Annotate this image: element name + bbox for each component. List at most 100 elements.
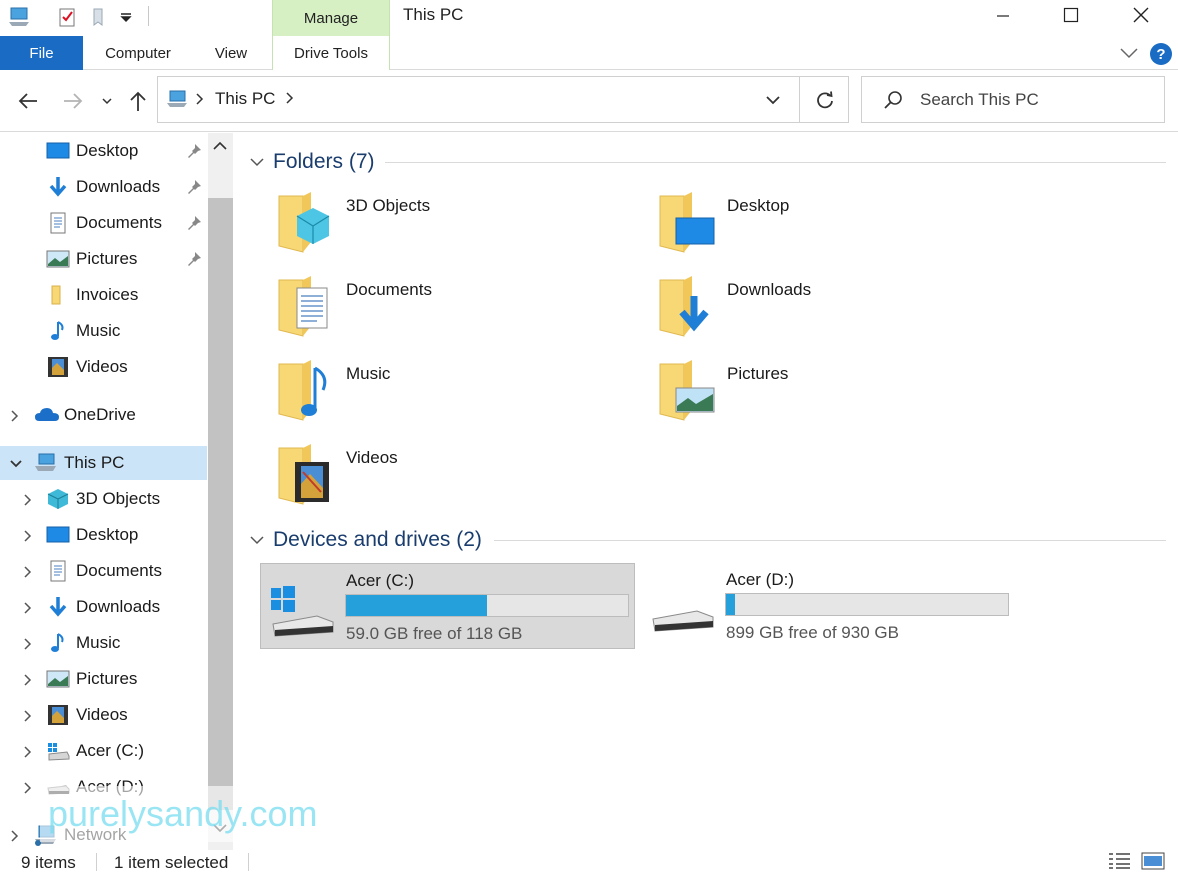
address-bar[interactable]: This PC — [157, 76, 849, 123]
expand-chevron-icon[interactable] — [22, 708, 34, 722]
desktop-folder-icon — [658, 190, 716, 254]
nav-item-invoices[interactable]: Invoices — [0, 278, 207, 312]
pictures-folder-icon — [658, 358, 716, 422]
search-box[interactable] — [861, 76, 1165, 123]
folder-videos[interactable]: Videos — [235, 440, 595, 514]
up-arrow-icon[interactable] — [125, 88, 151, 114]
nav-item-videos[interactable]: Videos — [0, 698, 207, 732]
folder-name: 3D Objects — [346, 196, 431, 215]
pin-icon[interactable] — [186, 143, 202, 159]
folder-3d-objects[interactable]: 3D Objects — [235, 188, 595, 262]
folder-desktop[interactable]: Desktop — [616, 188, 976, 262]
desktop-icon — [46, 140, 70, 162]
expand-chevron-icon[interactable] — [22, 564, 34, 578]
collapse-group-chevron-icon — [250, 536, 264, 545]
expand-chevron-icon[interactable] — [22, 744, 34, 758]
nav-item-label: Music — [76, 321, 121, 340]
back-arrow-icon[interactable] — [15, 88, 41, 114]
refresh-icon — [816, 90, 833, 108]
expand-ribbon-chevron-icon[interactable] — [1118, 42, 1140, 64]
folder-documents[interactable]: Documents — [235, 272, 595, 346]
nav-item-3d-objects[interactable]: 3D Objects — [0, 482, 207, 516]
content-pane: Folders (7) 3D Objects Desktop Documents… — [235, 133, 1178, 850]
expand-chevron-icon[interactable] — [9, 408, 21, 422]
tab-computer[interactable]: Computer — [90, 36, 186, 70]
customize-qat-chevron-icon[interactable] — [114, 4, 138, 30]
nav-item-videos[interactable]: Videos — [0, 350, 207, 384]
nav-item-documents[interactable]: Documents — [0, 206, 207, 240]
drive-acer-d[interactable]: Acer (D:) 899 GB free of 930 GB — [641, 563, 1016, 649]
address-history-chevron-icon[interactable] — [762, 89, 786, 111]
nav-item-pictures[interactable]: Pictures — [0, 242, 207, 276]
breadcrumb-this-pc[interactable]: This PC — [215, 89, 275, 109]
nav-item-label: Videos — [76, 357, 128, 376]
refresh-button[interactable] — [799, 77, 849, 122]
nav-item-acer-c[interactable]: Acer (C:) — [0, 734, 207, 768]
pin-icon[interactable] — [186, 179, 202, 195]
help-button[interactable]: ? — [1150, 43, 1172, 65]
folders-group-header[interactable]: Folders (7) — [249, 147, 375, 177]
nav-item-label: 3D Objects — [76, 489, 161, 508]
nav-item-downloads[interactable]: Downloads — [0, 590, 207, 624]
folder-name: Documents — [346, 280, 432, 299]
folder-music[interactable]: Music — [235, 356, 595, 430]
nav-item-onedrive[interactable]: OneDrive — [0, 398, 207, 432]
this-pc-icon — [34, 452, 58, 474]
close-button[interactable] — [1106, 0, 1176, 30]
expand-chevron-icon[interactable] — [22, 600, 34, 614]
nav-pane-scroll-thumb[interactable] — [208, 198, 233, 810]
nav-item-desktop[interactable]: Desktop — [0, 518, 207, 552]
tab-file[interactable]: File — [0, 36, 83, 70]
expand-chevron-icon[interactable] — [22, 636, 34, 650]
breadcrumb-separator-chevron-icon[interactable] — [195, 92, 205, 111]
expand-chevron-icon[interactable] — [22, 528, 34, 542]
new-folder-icon[interactable] — [86, 4, 112, 30]
search-input[interactable] — [920, 90, 1150, 110]
pin-icon[interactable] — [186, 251, 202, 267]
nav-item-music[interactable]: Music — [0, 626, 207, 660]
nav-item-documents[interactable]: Documents — [0, 554, 207, 588]
forward-arrow-icon[interactable] — [60, 88, 86, 114]
details-view-icon[interactable] — [1108, 852, 1132, 873]
qat-separator — [148, 6, 149, 26]
nav-item-label: OneDrive — [64, 405, 136, 424]
devices-group-header[interactable]: Devices and drives (2) — [249, 525, 482, 555]
drive-usage-fill — [346, 595, 487, 616]
this-pc-icon — [166, 89, 188, 114]
maximize-button[interactable] — [1036, 0, 1106, 30]
nav-item-downloads[interactable]: Downloads — [0, 170, 207, 204]
nav-pane-scrollbar[interactable] — [208, 133, 233, 850]
documents-icon — [46, 212, 70, 234]
scroll-up-chevron-icon[interactable] — [212, 139, 228, 158]
music-folder-icon — [277, 358, 335, 422]
status-separator — [248, 853, 249, 871]
tab-view[interactable]: View — [196, 36, 266, 70]
nav-item-this-pc[interactable]: This PC — [0, 446, 207, 480]
nav-item-desktop[interactable]: Desktop — [0, 134, 207, 168]
nav-item-pictures[interactable]: Pictures — [0, 662, 207, 696]
drive-usage-bar — [345, 594, 629, 617]
folder-downloads[interactable]: Downloads — [616, 272, 976, 346]
windows-drive-icon — [46, 740, 70, 762]
drive-acer-c[interactable]: Acer (C:) 59.0 GB free of 118 GB — [260, 563, 635, 649]
nav-item-music[interactable]: Music — [0, 314, 207, 348]
folder-pictures[interactable]: Pictures — [616, 356, 976, 430]
collapse-chevron-icon[interactable] — [9, 456, 22, 470]
pictures-icon — [46, 248, 70, 270]
this-pc-app-icon[interactable] — [6, 4, 32, 30]
pin-icon[interactable] — [186, 215, 202, 231]
large-icons-view-icon[interactable] — [1141, 852, 1165, 873]
music-icon — [46, 320, 70, 342]
expand-chevron-icon[interactable] — [22, 780, 34, 794]
tab-drive-tools[interactable]: Drive Tools — [272, 36, 390, 70]
expand-chevron-icon[interactable] — [9, 828, 21, 842]
folders-group-title: Folders (7) — [273, 150, 375, 173]
title-bar: Manage This PC — [0, 0, 1178, 36]
minimize-button[interactable] — [968, 0, 1038, 30]
expand-chevron-icon[interactable] — [22, 492, 34, 506]
expand-chevron-icon[interactable] — [22, 672, 34, 686]
drive-usage-bar — [725, 593, 1009, 616]
properties-icon[interactable] — [54, 4, 80, 30]
recent-locations-chevron-icon[interactable] — [96, 88, 118, 114]
breadcrumb-chevron-icon[interactable] — [285, 91, 295, 110]
